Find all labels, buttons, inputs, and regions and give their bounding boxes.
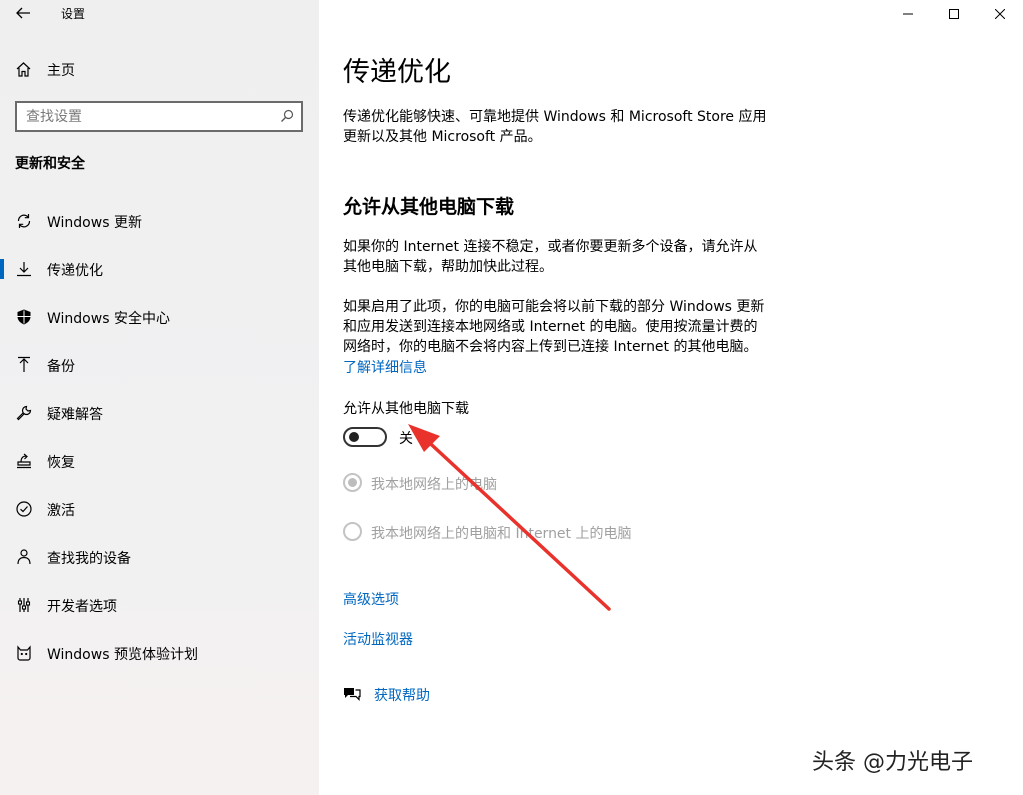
main-content: 传递优化 传递优化能够快速、可靠地提供 Windows 和 Microsoft … bbox=[319, 0, 1023, 795]
sidebar-item-label: 查找我的设备 bbox=[47, 551, 131, 567]
sidebar-item-label: 主页 bbox=[47, 63, 75, 79]
sidebar-item-windows-update[interactable]: Windows 更新 bbox=[0, 201, 319, 241]
recovery-icon bbox=[17, 453, 31, 469]
sidebar-item-label: 备份 bbox=[47, 359, 75, 375]
activity-monitor-link[interactable]: 活动监视器 bbox=[343, 629, 413, 649]
sidebar-item-label: 疑难解答 bbox=[47, 407, 103, 423]
sidebar-item-label: 激活 bbox=[47, 503, 75, 519]
sidebar-item-developer-options[interactable]: 开发者选项 bbox=[0, 585, 319, 625]
sidebar-item-troubleshoot[interactable]: 疑难解答 bbox=[0, 393, 319, 433]
intro-line: 更新以及其他 Microsoft 产品。 bbox=[343, 129, 542, 145]
backup-icon bbox=[18, 356, 30, 372]
delivery-icon bbox=[17, 262, 31, 277]
titlebar-left: 设置 bbox=[0, 0, 319, 28]
activation-icon bbox=[16, 501, 32, 517]
get-help-link[interactable]: 获取帮助 bbox=[343, 684, 483, 706]
sidebar-item-home[interactable]: 主页 bbox=[0, 56, 319, 84]
close-icon bbox=[995, 9, 1005, 19]
close-button[interactable] bbox=[977, 0, 1023, 28]
sidebar-item-recovery[interactable]: 恢复 bbox=[0, 441, 319, 481]
allow-downloads-toggle[interactable] bbox=[343, 427, 387, 447]
detail-line: 网络时，你的电脑不会将内容上传到已连接 Internet 的其他电脑。 bbox=[343, 339, 758, 355]
sidebar-item-label: 恢复 bbox=[47, 455, 75, 471]
detail-text: 如果启用了此项，你的电脑可能会将以前下载的部分 Windows 更新 和应用发送… bbox=[343, 297, 793, 357]
description-line: 如果你的 Internet 连接不稳定，或者你要更新多个设备，请允许从 bbox=[343, 239, 758, 255]
maximize-icon bbox=[949, 9, 959, 19]
shield-icon bbox=[17, 309, 31, 325]
developer-icon bbox=[17, 598, 31, 612]
chat-help-icon bbox=[344, 688, 361, 701]
maximize-button[interactable] bbox=[931, 0, 977, 28]
insider-icon bbox=[17, 645, 31, 661]
sidebar-item-windows-security[interactable]: Windows 安全中心 bbox=[0, 297, 319, 337]
advanced-options-link[interactable]: 高级选项 bbox=[343, 589, 399, 609]
intro-text: 传递优化能够快速、可靠地提供 Windows 和 Microsoft Store… bbox=[343, 107, 793, 147]
toggle-state-label: 关 bbox=[399, 431, 413, 447]
sidebar-item-label: Windows 预览体验计划 bbox=[47, 647, 198, 663]
sidebar-item-backup[interactable]: 备份 bbox=[0, 345, 319, 385]
section-title: 允许从其他电脑下载 bbox=[343, 196, 515, 218]
wrench-icon bbox=[16, 405, 32, 421]
sidebar-item-delivery-optimization[interactable]: 传递优化 bbox=[0, 249, 319, 289]
sidebar: 设置 主页 更新和安全 Windows 更新 传递优化 Windows bbox=[0, 0, 319, 795]
sidebar-item-label: 开发者选项 bbox=[47, 599, 117, 615]
sidebar-item-label: Windows 安全中心 bbox=[47, 311, 170, 327]
minimize-button[interactable] bbox=[885, 0, 931, 28]
home-icon bbox=[16, 62, 31, 77]
search-icon[interactable] bbox=[280, 109, 294, 123]
sidebar-item-activation[interactable]: 激活 bbox=[0, 489, 319, 529]
radio-local-and-internet[interactable] bbox=[343, 522, 362, 541]
learn-more-link[interactable]: 了解详细信息 bbox=[343, 357, 427, 377]
search-box[interactable] bbox=[15, 101, 303, 132]
sidebar-item-label: Windows 更新 bbox=[47, 215, 142, 231]
search-input[interactable] bbox=[17, 103, 267, 130]
sidebar-item-label: 传递优化 bbox=[47, 263, 103, 279]
detail-line: 和应用发送到连接本地网络或 Internet 的电脑。使用按流量计费的 bbox=[343, 319, 758, 335]
description-text: 如果你的 Internet 连接不稳定，或者你要更新多个设备，请允许从 其他电脑… bbox=[343, 237, 793, 277]
sidebar-item-windows-insider[interactable]: Windows 预览体验计划 bbox=[0, 633, 319, 673]
detail-line: 如果启用了此项，你的电脑可能会将以前下载的部分 Windows 更新 bbox=[343, 299, 765, 315]
find-device-icon bbox=[17, 549, 31, 565]
back-arrow-icon[interactable] bbox=[14, 4, 32, 22]
sidebar-section-title: 更新和安全 bbox=[15, 156, 85, 172]
intro-line: 传递优化能够快速、可靠地提供 Windows 和 Microsoft Store… bbox=[343, 109, 767, 125]
radio-local-network[interactable] bbox=[343, 473, 362, 492]
refresh-icon bbox=[17, 214, 31, 228]
sidebar-item-find-my-device[interactable]: 查找我的设备 bbox=[0, 537, 319, 577]
radio-local-network-label: 我本地网络上的电脑 bbox=[371, 477, 497, 493]
description-line: 其他电脑下载，帮助加快此过程。 bbox=[343, 259, 553, 275]
toggle-label: 允许从其他电脑下载 bbox=[343, 401, 469, 417]
watermark: 头条 @力光电子 bbox=[812, 750, 973, 775]
page-title: 传递优化 bbox=[343, 57, 451, 88]
minimize-icon bbox=[903, 13, 913, 15]
get-help-label: 获取帮助 bbox=[374, 688, 430, 704]
toggle-knob bbox=[349, 432, 359, 442]
app-title: 设置 bbox=[61, 7, 86, 21]
radio-local-and-internet-label: 我本地网络上的电脑和 Internet 上的电脑 bbox=[371, 526, 632, 542]
